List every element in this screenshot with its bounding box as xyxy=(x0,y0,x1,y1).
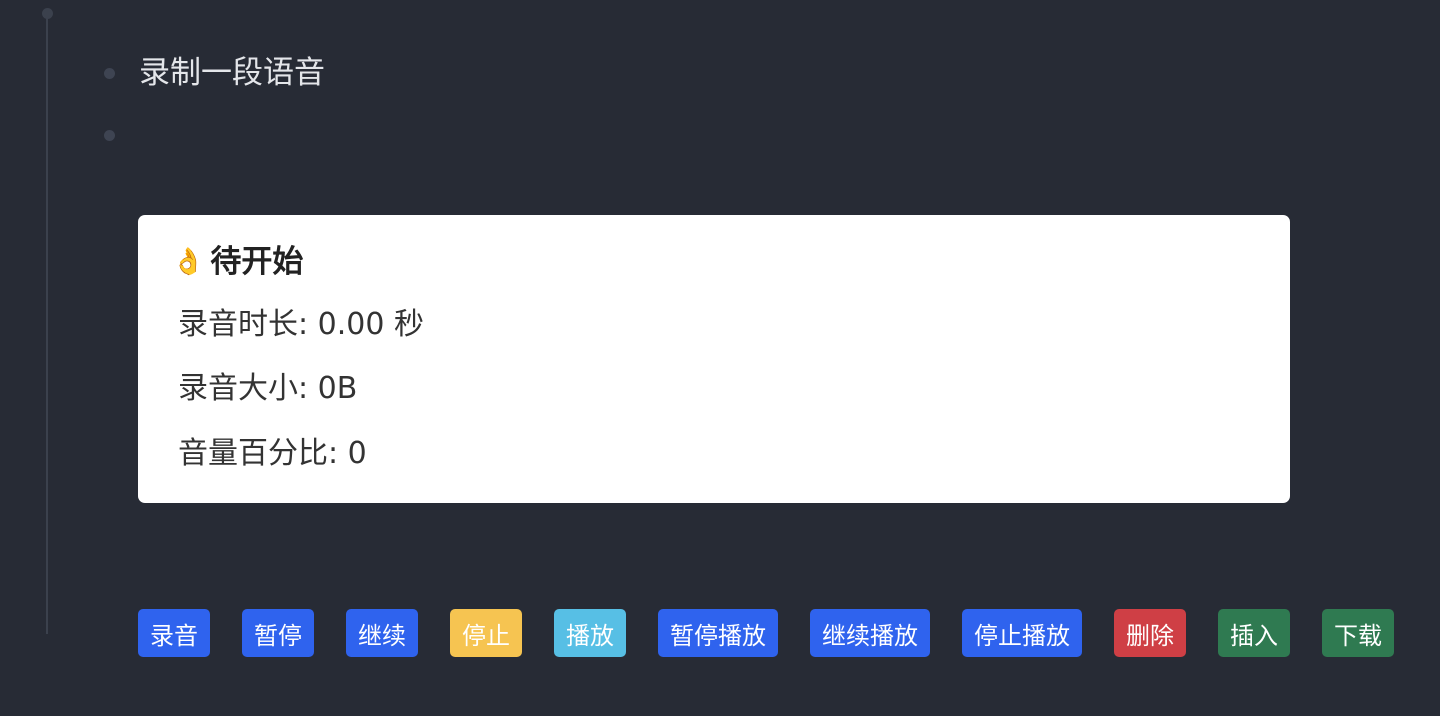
volume-value: 0 xyxy=(347,436,367,471)
stop-play-button[interactable]: 停止播放 xyxy=(962,609,1082,657)
duration-value: 0.00 秒 xyxy=(317,307,424,342)
download-button[interactable]: 下载 xyxy=(1322,609,1394,657)
size-label: 录音大小: xyxy=(178,371,309,406)
volume-row: 音量百分比: 0 xyxy=(178,433,367,475)
empty-block-bullet[interactable] xyxy=(104,130,115,141)
block-bullet[interactable] xyxy=(104,68,115,79)
recorder-card: 👌 待开始 录音时长: 0.00 秒 录音大小: 0B 音量百分比: 0 xyxy=(138,215,1290,503)
ok-hand-icon: 👌 xyxy=(172,247,205,277)
outline-thread-line xyxy=(46,14,48,634)
duration-row: 录音时长: 0.00 秒 xyxy=(178,304,424,346)
stop-button[interactable]: 停止 xyxy=(450,609,522,657)
size-row: 录音大小: 0B xyxy=(178,368,357,410)
status-text: 待开始 xyxy=(210,244,304,280)
play-button[interactable]: 播放 xyxy=(554,609,626,657)
size-value: 0B xyxy=(317,371,358,406)
volume-label: 音量百分比: xyxy=(178,436,339,471)
insert-button[interactable]: 插入 xyxy=(1218,609,1290,657)
resume-play-button[interactable]: 继续播放 xyxy=(810,609,930,657)
pause-play-button[interactable]: 暂停播放 xyxy=(658,609,778,657)
record-button[interactable]: 录音 xyxy=(138,609,210,657)
delete-button[interactable]: 删除 xyxy=(1114,609,1186,657)
pause-button[interactable]: 暂停 xyxy=(242,609,314,657)
outline-thread-dot xyxy=(42,8,53,19)
resume-button[interactable]: 继续 xyxy=(346,609,418,657)
recorder-status: 👌 待开始 xyxy=(172,241,303,283)
block-title[interactable]: 录制一段语音 xyxy=(139,52,325,94)
duration-label: 录音时长: xyxy=(178,307,309,342)
